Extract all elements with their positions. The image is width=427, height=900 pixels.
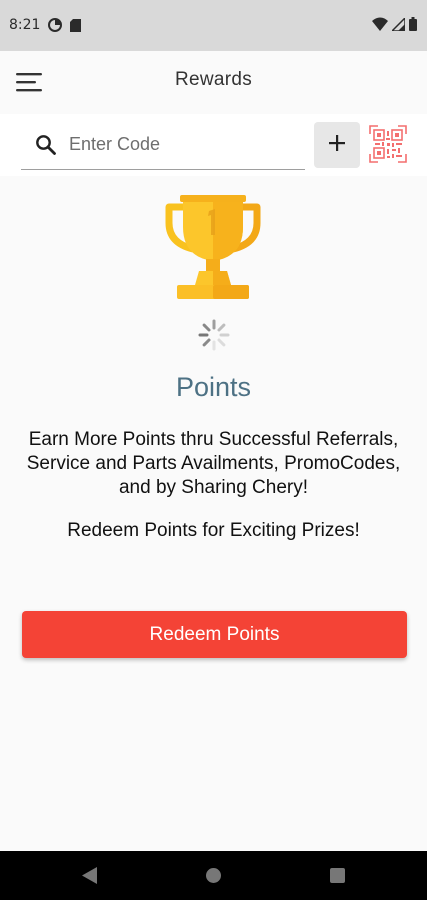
code-field[interactable] <box>21 122 305 170</box>
status-right-icons <box>372 15 417 36</box>
redeem-info-text: Redeem Points for Exciting Prizes! <box>67 520 360 541</box>
search-icon <box>35 134 57 161</box>
code-input[interactable] <box>69 130 299 158</box>
redeem-points-button[interactable]: Redeem Points <box>22 611 407 658</box>
page-title: Rewards <box>174 69 253 90</box>
code-entry-row <box>0 114 427 176</box>
back-icon[interactable] <box>82 867 98 889</box>
status-bar: 8:21 <box>0 0 427 51</box>
add-code-button[interactable] <box>314 122 360 168</box>
spinner-icon <box>197 318 231 352</box>
sd-card-icon <box>70 18 81 37</box>
wifi-icon <box>372 17 388 36</box>
status-time: 8:21 <box>9 17 41 33</box>
qr-code-icon <box>369 125 407 167</box>
points-title: Points <box>175 372 252 402</box>
app-bar: Rewards <box>0 51 427 114</box>
battery-icon <box>409 17 417 36</box>
system-nav-bar <box>0 851 427 900</box>
plus-icon <box>328 134 346 157</box>
points-description: Earn More Points thru Successful Referra… <box>26 429 401 498</box>
home-icon[interactable] <box>206 868 221 883</box>
qr-scan-button[interactable] <box>369 125 407 163</box>
signal-icon <box>390 15 406 36</box>
status-left-icons <box>48 18 81 37</box>
data-saver-icon <box>48 18 62 37</box>
recents-icon[interactable] <box>330 868 345 883</box>
trophy-icon <box>165 193 261 301</box>
